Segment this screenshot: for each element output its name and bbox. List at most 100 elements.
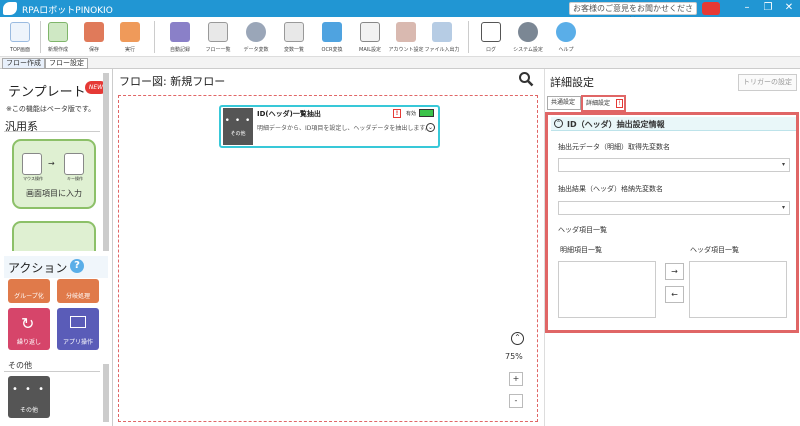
node-category-icon: • • • その他 bbox=[223, 108, 253, 145]
data-variable-button[interactable]: データ変数 bbox=[238, 19, 274, 55]
header-list-label: ヘッダ項目一覧 bbox=[690, 246, 739, 254]
enabled-toggle[interactable] bbox=[419, 109, 434, 117]
left-panel: テンプレート NEW ※この機能はベータ版です。 汎用系 マウス操作 → キー操… bbox=[0, 69, 113, 426]
header-item-list[interactable] bbox=[689, 261, 787, 318]
thumbs-down-icon[interactable] bbox=[702, 2, 720, 15]
node-description: 明細データから、ID項目を設定し、ヘッダデータを抽出します。 bbox=[257, 125, 431, 132]
section-header[interactable]: ⌃ ID（ヘッダ）抽出設定情報 bbox=[551, 117, 796, 131]
ribbon-divider bbox=[154, 21, 155, 53]
detail-list-label: 明細項目一覧 bbox=[560, 246, 602, 254]
help-icon[interactable]: ? bbox=[70, 259, 84, 273]
flow-list-icon bbox=[208, 22, 228, 42]
beta-note: ※この機能はベータ版です。 bbox=[6, 105, 96, 113]
variable-list-icon bbox=[284, 22, 304, 42]
action-other[interactable]: • • • その他 bbox=[8, 376, 50, 418]
run-button[interactable]: 実行 bbox=[112, 19, 148, 55]
flow-canvas[interactable]: • • • その他 ID(ヘッダ)一覧抽出 ! 有効 明細データから、ID項目を… bbox=[118, 95, 538, 422]
keyboard-label: キー操作 bbox=[67, 176, 83, 181]
detail-item-list[interactable] bbox=[558, 261, 656, 318]
trigger-settings-button[interactable]: トリガーの設定 bbox=[738, 74, 797, 91]
template-card-partial[interactable] bbox=[12, 221, 96, 251]
save-label: 保存 bbox=[88, 47, 99, 53]
system-settings-icon bbox=[518, 22, 538, 42]
tab-flow-settings[interactable]: フロー設定 bbox=[45, 58, 88, 69]
zoom-level: 75% bbox=[505, 352, 523, 361]
chevron-up-icon: ⌃ bbox=[554, 119, 563, 128]
variable-list-button[interactable]: 変数一覧 bbox=[276, 19, 312, 55]
action-scrollbar[interactable] bbox=[103, 364, 109, 422]
help-icon bbox=[556, 22, 576, 42]
tab-common-settings[interactable]: 共通設定 bbox=[547, 96, 581, 110]
file-io-icon bbox=[432, 22, 452, 42]
new-icon bbox=[48, 22, 68, 42]
save-button[interactable]: 保存 bbox=[76, 19, 112, 55]
file-io-button[interactable]: ファイル入出力 bbox=[424, 19, 460, 55]
close-button[interactable]: ✕ bbox=[783, 2, 795, 13]
minimize-button[interactable]: – bbox=[741, 2, 753, 13]
detail-panel: 詳細設定 トリガーの設定 共通設定 詳細設定 ! ⌃ ID（ヘッダ）抽出設定情報… bbox=[544, 69, 800, 426]
section-title: ID（ヘッダ）抽出設定情報 bbox=[567, 120, 665, 129]
template-card-input[interactable]: マウス操作 → キー操作 画面項目に入力 bbox=[12, 139, 96, 209]
source-variable-select[interactable]: ▾ bbox=[558, 158, 790, 172]
flow-list-button[interactable]: フロー一覧 bbox=[200, 19, 236, 55]
action-app[interactable]: アプリ操作 bbox=[57, 308, 99, 350]
run-label: 実行 bbox=[124, 47, 135, 53]
move-left-button[interactable]: ← bbox=[665, 286, 684, 303]
result-variable-select[interactable]: ▾ bbox=[558, 201, 790, 215]
chevron-up-icon[interactable]: ⌃ bbox=[511, 332, 524, 345]
variable-list-label: 変数一覧 bbox=[283, 47, 304, 53]
search-icon[interactable] bbox=[518, 71, 534, 87]
account-settings-label: アカウント設定 bbox=[388, 47, 424, 53]
action-other-label: その他 bbox=[19, 407, 38, 414]
home-icon bbox=[10, 22, 30, 42]
result-variable-label: 抽出結果（ヘッダ）格納先変数名 bbox=[558, 185, 663, 193]
ocr-button[interactable]: OCR変換 bbox=[314, 19, 350, 55]
dropdown-arrow-icon: ▾ bbox=[781, 161, 785, 168]
template-scrollbar[interactable] bbox=[103, 73, 109, 251]
feedback-button[interactable]: お客様のご意見をお聞かせください bbox=[569, 2, 697, 24]
mouse-icon: マウス操作 bbox=[22, 153, 43, 181]
action-group[interactable]: グループ化 bbox=[8, 279, 50, 303]
warning-icon: ! bbox=[616, 99, 623, 108]
other-section-label: その他 bbox=[8, 361, 32, 370]
help-button[interactable]: ヘルプ bbox=[548, 19, 584, 55]
action-app-label: アプリ操作 bbox=[62, 339, 93, 346]
help-label: ヘルプ bbox=[558, 47, 574, 53]
tab-detail-settings[interactable]: 詳細設定 ! bbox=[581, 95, 626, 112]
app-window-icon bbox=[70, 316, 86, 328]
node-title: ID(ヘッダ)一覧抽出 bbox=[257, 110, 321, 118]
action-loop[interactable]: ↻ 繰り返し bbox=[8, 308, 50, 350]
action-branch[interactable]: 分岐処理 bbox=[57, 279, 99, 303]
save-icon bbox=[84, 22, 104, 42]
zoom-out-button[interactable]: - bbox=[509, 394, 523, 408]
ocr-label: OCR変換 bbox=[321, 47, 343, 53]
system-settings-button[interactable]: システム設定 bbox=[510, 19, 546, 55]
log-icon bbox=[481, 22, 501, 42]
zoom-in-button[interactable]: + bbox=[509, 372, 523, 386]
enabled-label: 有効 bbox=[406, 111, 417, 117]
flow-list-label: フロー一覧 bbox=[205, 47, 231, 53]
record-icon bbox=[170, 22, 190, 42]
flow-title: フロー図: 新規フロー bbox=[119, 75, 226, 88]
new-button[interactable]: 新規作成 bbox=[40, 19, 76, 55]
maximize-button[interactable]: ❐ bbox=[762, 2, 774, 13]
dots-icon: • • • bbox=[224, 116, 252, 126]
auto-record-button[interactable]: 自動記録 bbox=[162, 19, 198, 55]
system-settings-label: システム設定 bbox=[513, 47, 543, 53]
mail-settings-label: MAIL設定 bbox=[359, 47, 381, 53]
account-settings-button[interactable]: アカウント設定 bbox=[388, 19, 424, 55]
log-button[interactable]: ログ bbox=[473, 19, 509, 55]
loop-icon: ↻ bbox=[21, 314, 35, 333]
mouse-label: マウス操作 bbox=[23, 176, 43, 181]
top-screen-label: TOP画面 bbox=[9, 47, 30, 53]
chevron-down-icon[interactable]: ⌄ bbox=[426, 123, 435, 132]
ribbon-divider bbox=[468, 21, 469, 53]
top-screen-button[interactable]: TOP画面 bbox=[2, 19, 38, 55]
auto-record-label: 自動記録 bbox=[169, 47, 190, 53]
flow-node[interactable]: • • • その他 ID(ヘッダ)一覧抽出 ! 有効 明細データから、ID項目を… bbox=[219, 105, 440, 148]
move-right-button[interactable]: → bbox=[665, 263, 684, 280]
window-title: RPAロボットPINOKIO bbox=[22, 6, 113, 16]
tab-flow-create[interactable]: フロー作成 bbox=[2, 58, 45, 69]
arrow-right-icon: → bbox=[48, 159, 55, 168]
mail-settings-button[interactable]: MAIL設定 bbox=[352, 19, 388, 55]
